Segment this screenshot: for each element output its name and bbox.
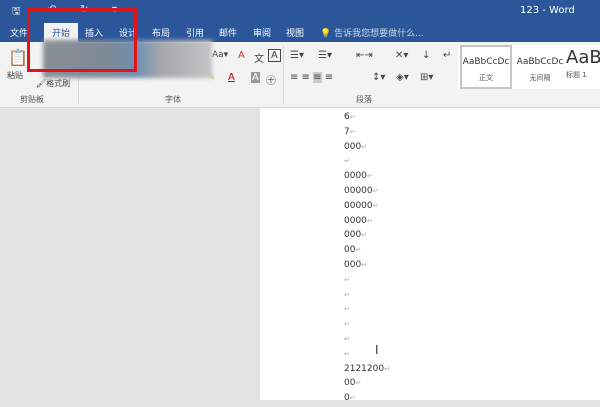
char-border-icon[interactable]: A	[268, 49, 281, 62]
asian-layout-icon[interactable]: ✕▾	[395, 50, 408, 61]
document-line[interactable]: 6↵	[344, 112, 356, 126]
document-line[interactable]: 0000↵	[344, 171, 373, 185]
save-icon[interactable]: 🖫	[12, 4, 21, 21]
text-cursor-icon: I	[375, 343, 379, 357]
document-line[interactable]: ↵	[344, 275, 350, 289]
tab-mailings[interactable]: 邮件	[219, 26, 237, 39]
tab-file[interactable]: 文件	[10, 26, 28, 39]
paragraph-mark: ↵	[355, 379, 362, 388]
document-line[interactable]: 00000↵	[344, 186, 379, 200]
paragraph-mark: ↵	[344, 290, 350, 299]
line-text: 000	[344, 260, 362, 270]
paragraph-mark: ↵	[366, 216, 373, 225]
line-text: 00000	[344, 200, 373, 211]
tab-review[interactable]: 审阅	[253, 26, 271, 39]
tell-me-text: 告诉我您想要做什么...	[334, 29, 424, 39]
char-shading-icon[interactable]: A	[251, 72, 260, 83]
tab-references[interactable]: 引用	[186, 26, 204, 39]
paragraph-mark: ↵	[344, 349, 350, 358]
shading-icon[interactable]: ◈▾	[396, 72, 409, 83]
change-case-icon[interactable]: Aa▾	[212, 50, 228, 60]
line-text: 00000	[344, 186, 373, 196]
document-line[interactable]: ↵	[344, 304, 350, 318]
clipboard-group-label: 剪贴板	[20, 95, 44, 104]
styles-gallery: AaBbCcDc 正文 AaBbCcDc 无间隔 AaB 标题 1	[458, 45, 600, 89]
tell-me-search[interactable]: 💡 告诉我您想要做什么...	[320, 26, 424, 39]
document-line[interactable]: 000↵	[344, 260, 367, 274]
document-line[interactable]: ↵	[344, 349, 350, 363]
paragraph-mark: ↵	[384, 364, 390, 373]
highlight-annotation	[27, 8, 137, 72]
paragraph-mark: ↵	[361, 231, 368, 240]
style-heading-1[interactable]: AaB 标题 1	[566, 45, 600, 89]
paragraph-mark: ↵	[372, 187, 379, 195]
line-text: 2121200	[344, 363, 385, 374]
line-text: 000	[344, 141, 362, 152]
show-marks-icon[interactable]: ↵	[443, 50, 451, 61]
phonetic-icon[interactable]: 文	[254, 50, 264, 65]
paragraph-mark: ↵	[349, 394, 356, 403]
style-no-spacing[interactable]: AaBbCcDc 无间隔	[514, 45, 566, 89]
tab-layout[interactable]: 布局	[152, 26, 170, 39]
font-group-label: 字体	[165, 95, 181, 104]
document-page[interactable]	[260, 108, 600, 400]
document-line[interactable]: 00↵	[344, 378, 361, 392]
line-text: 00	[344, 378, 356, 389]
window-title: 123 - Word	[520, 5, 575, 16]
bullets-icon[interactable]: ☰▾	[290, 50, 304, 61]
paragraph-mark: ↵	[372, 201, 379, 210]
numbering-icon[interactable]: ☰▾	[318, 50, 332, 61]
document-line[interactable]: 000↵	[344, 142, 367, 156]
paragraph-mark: ↵	[344, 335, 350, 343]
paste-icon[interactable]: 📋	[8, 48, 28, 67]
document-line[interactable]: 0↵	[344, 393, 356, 407]
paragraph-mark: ↵	[361, 261, 368, 269]
paragraph-group-label: 段落	[356, 95, 372, 104]
paragraph-mark: ↵	[349, 127, 356, 136]
document-line[interactable]: 0000↵	[344, 216, 373, 230]
document-line[interactable]: ↵	[344, 290, 350, 304]
tab-view[interactable]: 视图	[286, 26, 304, 39]
line-text: 0000	[344, 215, 367, 226]
document-line[interactable]: 7↵	[344, 127, 356, 141]
paragraph-mark: ↵	[349, 113, 356, 121]
paragraph-mark: ↵	[344, 320, 350, 329]
paragraph-mark: ↵	[344, 157, 350, 166]
paragraph-mark: ↵	[344, 305, 350, 314]
document-line[interactable]: 00000↵	[344, 201, 379, 215]
paragraph-mark: ↵	[355, 246, 362, 255]
line-text: 000	[344, 230, 362, 241]
document-line[interactable]: 000↵	[344, 230, 367, 244]
document-line[interactable]: 00↵	[344, 245, 361, 259]
paragraph-mark: ↵	[344, 275, 350, 284]
indent-icons[interactable]: ⇤⇥	[356, 50, 373, 61]
borders-icon[interactable]: ⊞▾	[420, 72, 433, 83]
sort-icon[interactable]: ↓	[422, 50, 430, 61]
format-painter-button[interactable]: 🖌格式刷	[36, 78, 70, 89]
document-line[interactable]: ↵	[344, 156, 350, 170]
line-text: 0000	[344, 171, 367, 182]
document-line[interactable]: ↵	[344, 334, 350, 348]
style-normal[interactable]: AaBbCcDc 正文	[460, 45, 512, 89]
enclose-char-icon[interactable]: ㊉	[266, 72, 276, 87]
paste-label[interactable]: 粘贴	[7, 70, 23, 81]
font-color-icon[interactable]: A	[228, 72, 235, 83]
align-icons[interactable]: ≡ ≡ ≡ ≡	[290, 72, 333, 83]
divider	[283, 46, 284, 104]
clear-format-icon[interactable]: A	[238, 50, 245, 61]
line-spacing-icon[interactable]: ↕▾	[372, 72, 385, 83]
paragraph-mark: ↵	[366, 172, 373, 181]
paragraph-mark: ↵	[361, 142, 368, 151]
line-text: 00	[344, 245, 356, 256]
document-line[interactable]: 2121200↵	[344, 364, 390, 378]
document-line[interactable]: ↵	[344, 319, 350, 333]
